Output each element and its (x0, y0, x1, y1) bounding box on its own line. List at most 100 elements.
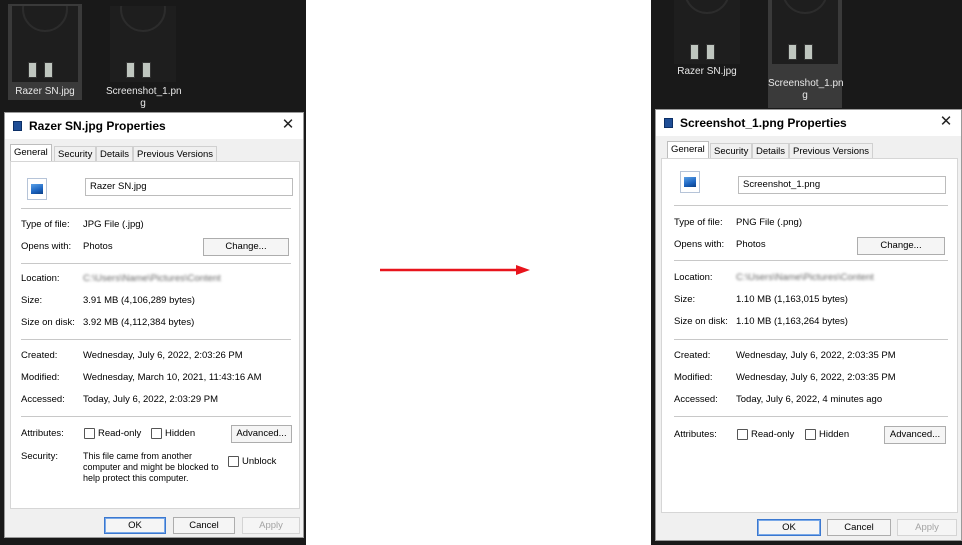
tab-security[interactable]: Security (710, 143, 753, 159)
cancel-button[interactable]: Cancel (173, 517, 235, 534)
properties-dialog-left: Razer SN.jpg Properties ✕ General Securi… (4, 112, 304, 538)
read-only-label: Read-only (751, 429, 795, 440)
file-thumbnail-razer-sn[interactable]: Razer SN.jpg (670, 0, 744, 82)
tab-previous-versions[interactable]: Previous Versions (789, 143, 874, 159)
type-of-file-label: Type of file: (674, 217, 723, 228)
accessed-value: Today, July 6, 2022, 2:03:29 PM (83, 394, 219, 405)
window-icon (664, 118, 673, 128)
properties-dialog-right: Screenshot_1.png Properties ✕ General Se… (655, 109, 962, 541)
size-on-disk-value: 3.92 MB (4,112,384 bytes) (83, 317, 195, 328)
attributes-label: Attributes: (21, 428, 64, 439)
created-value: Wednesday, July 6, 2022, 2:03:35 PM (736, 350, 896, 361)
location-value: C:\Users\Name\Pictures\Content (736, 272, 874, 283)
file-name-field[interactable]: Screenshot_1.png (738, 176, 946, 194)
security-label: Security: (21, 451, 58, 462)
file-thumbnail-screenshot[interactable]: Screenshot_1.pn g (768, 0, 844, 108)
explorer-panel-left: Razer SN.jpg Screenshot_1.pn g Razer SN.… (0, 0, 306, 545)
accessed-value: Today, July 6, 2022, 4 minutes ago (736, 394, 883, 405)
file-thumbnail-razer-sn[interactable]: Razer SN.jpg (8, 4, 82, 100)
hidden-checkbox[interactable] (805, 429, 816, 440)
size-on-disk-value: 1.10 MB (1,163,264 bytes) (736, 316, 848, 327)
divider (674, 205, 948, 206)
size-label: Size: (21, 295, 43, 306)
tab-details[interactable]: Details (96, 146, 134, 162)
location-label: Location: (674, 272, 713, 283)
file-thumbnail-screenshot[interactable]: Screenshot_1.pn g (106, 4, 182, 109)
file-name-label: Screenshot_1.pn g (768, 78, 844, 101)
opens-with-label: Opens with: (21, 241, 72, 252)
explorer-panel-right: Razer SN.jpg Screenshot_1.pn g Screensho… (651, 0, 962, 545)
file-name-field[interactable]: Razer SN.jpg (85, 178, 293, 196)
opens-with-label: Opens with: (674, 239, 725, 250)
divider (21, 339, 291, 340)
general-tab-content: Razer SN.jpg Type of file: JPG File (.jp… (10, 161, 300, 509)
advanced-button[interactable]: Advanced... (231, 425, 292, 443)
size-value: 1.10 MB (1,163,015 bytes) (736, 294, 848, 305)
type-of-file-label: Type of file: (21, 219, 70, 230)
dialog-title: Screenshot_1.png Properties (680, 116, 847, 130)
security-message: This file came from another computer and… (83, 451, 219, 483)
created-value: Wednesday, July 6, 2022, 2:03:26 PM (83, 350, 243, 361)
size-on-disk-label: Size on disk: (21, 317, 75, 328)
hidden-label: Hidden (819, 429, 850, 440)
created-label: Created: (674, 350, 711, 361)
title-bar: Razer SN.jpg Properties ✕ (5, 113, 303, 139)
file-name-label: Screenshot_1.pn g (106, 86, 182, 109)
window-icon (13, 121, 22, 131)
image-thumbnail (12, 6, 78, 82)
cancel-button[interactable]: Cancel (827, 519, 891, 536)
read-only-label: Read-only (98, 428, 142, 439)
modified-label: Modified: (21, 372, 60, 383)
divider (674, 416, 948, 417)
size-value: 3.91 MB (4,106,289 bytes) (83, 295, 195, 306)
ok-button[interactable]: OK (104, 517, 166, 534)
file-name-label: Razer SN.jpg (677, 66, 737, 77)
tab-previous-versions[interactable]: Previous Versions (133, 146, 218, 162)
read-only-checkbox[interactable] (84, 428, 95, 439)
change-button[interactable]: Change... (203, 238, 289, 256)
location-value: C:\Users\Name\Pictures\Content (83, 273, 221, 284)
created-label: Created: (21, 350, 58, 361)
file-name-label: Razer SN.jpg (15, 86, 75, 97)
advanced-button[interactable]: Advanced... (884, 426, 946, 444)
image-thumbnail (674, 0, 740, 64)
image-file-icon (680, 171, 700, 193)
image-file-icon (27, 178, 47, 200)
divider (21, 208, 291, 209)
close-icon[interactable]: ✕ (279, 116, 297, 134)
tab-security[interactable]: Security (54, 146, 97, 162)
image-thumbnail (110, 6, 176, 82)
opens-with-value: Photos (83, 241, 113, 252)
type-of-file-value: JPG File (.jpg) (83, 219, 144, 230)
size-on-disk-label: Size on disk: (674, 316, 728, 327)
dialog-title: Razer SN.jpg Properties (29, 119, 166, 133)
close-icon[interactable]: ✕ (937, 113, 955, 131)
accessed-label: Accessed: (21, 394, 65, 405)
accessed-label: Accessed: (674, 394, 718, 405)
hidden-checkbox[interactable] (151, 428, 162, 439)
size-label: Size: (674, 294, 696, 305)
hidden-label: Hidden (165, 428, 196, 439)
apply-button[interactable]: Apply (897, 519, 957, 536)
unblock-checkbox[interactable] (228, 456, 239, 467)
divider (21, 263, 291, 264)
attributes-label: Attributes: (674, 429, 717, 440)
ok-button[interactable]: OK (757, 519, 821, 536)
unblock-label: Unblock (242, 456, 277, 467)
general-tab-content: Screenshot_1.png Type of file: PNG File … (661, 158, 958, 513)
divider (674, 339, 948, 340)
modified-label: Modified: (674, 372, 713, 383)
apply-button[interactable]: Apply (242, 517, 300, 534)
location-label: Location: (21, 273, 60, 284)
divider (21, 416, 291, 417)
title-bar: Screenshot_1.png Properties ✕ (656, 110, 961, 136)
change-button[interactable]: Change... (857, 237, 945, 255)
type-of-file-value: PNG File (.png) (736, 217, 802, 228)
modified-value: Wednesday, March 10, 2021, 11:43:16 AM (83, 372, 262, 383)
read-only-checkbox[interactable] (737, 429, 748, 440)
divider (674, 260, 948, 261)
image-thumbnail (772, 0, 838, 64)
modified-value: Wednesday, July 6, 2022, 2:03:35 PM (736, 372, 896, 383)
tab-details[interactable]: Details (752, 143, 790, 159)
arrow-right-icon (380, 265, 530, 275)
